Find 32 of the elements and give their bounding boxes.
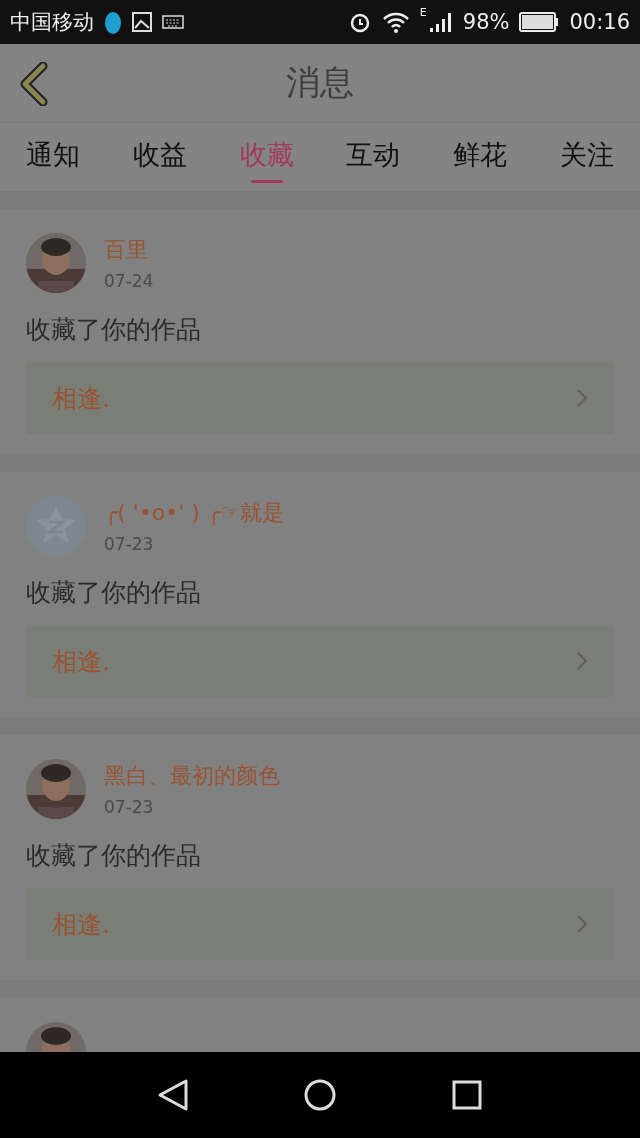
- user-name[interactable]: 黑白、最初的颜色: [104, 761, 280, 791]
- work-link[interactable]: 相逢.: [26, 362, 614, 434]
- carrier-name: 中国移动: [10, 9, 94, 36]
- work-title: 相逢.: [52, 908, 110, 941]
- message-text: 收藏了你的作品: [26, 577, 202, 609]
- chevron-right-icon: [576, 651, 588, 671]
- tab[interactable]: 关注: [555, 129, 618, 185]
- tab[interactable]: 鲜花: [448, 129, 511, 185]
- wifi-icon: [381, 11, 410, 33]
- work-link[interactable]: 相逢.: [26, 625, 614, 697]
- page-title: 消息: [286, 61, 354, 104]
- tab[interactable]: 互动: [342, 129, 405, 185]
- clock-time: 00:16: [569, 10, 630, 34]
- message-text: 收藏了你的作品: [26, 314, 202, 346]
- signal-icon: [428, 11, 453, 33]
- work-title: 相逢.: [52, 382, 110, 415]
- chevron-right-icon: [576, 914, 588, 934]
- battery-percent: 98%: [462, 10, 510, 34]
- image-icon: [132, 12, 152, 32]
- user-name[interactable]: 百里: [104, 235, 154, 265]
- battery-icon: [519, 12, 560, 32]
- tab[interactable]: 通知: [22, 129, 85, 185]
- network-type: E: [419, 6, 427, 19]
- user-name[interactable]: ╭( '•o•' ) ╭☞就是: [104, 498, 284, 528]
- default-avatar-icon: [26, 496, 86, 556]
- chevron-right-icon: [576, 388, 588, 408]
- keyboard-icon: [162, 14, 184, 30]
- work-title: 相逢.: [52, 645, 110, 678]
- work-link[interactable]: 相逢.: [26, 888, 614, 960]
- tab[interactable]: 收益: [129, 129, 191, 185]
- message-text: 收藏了你的作品: [26, 840, 202, 872]
- tab[interactable]: 收藏: [235, 129, 298, 185]
